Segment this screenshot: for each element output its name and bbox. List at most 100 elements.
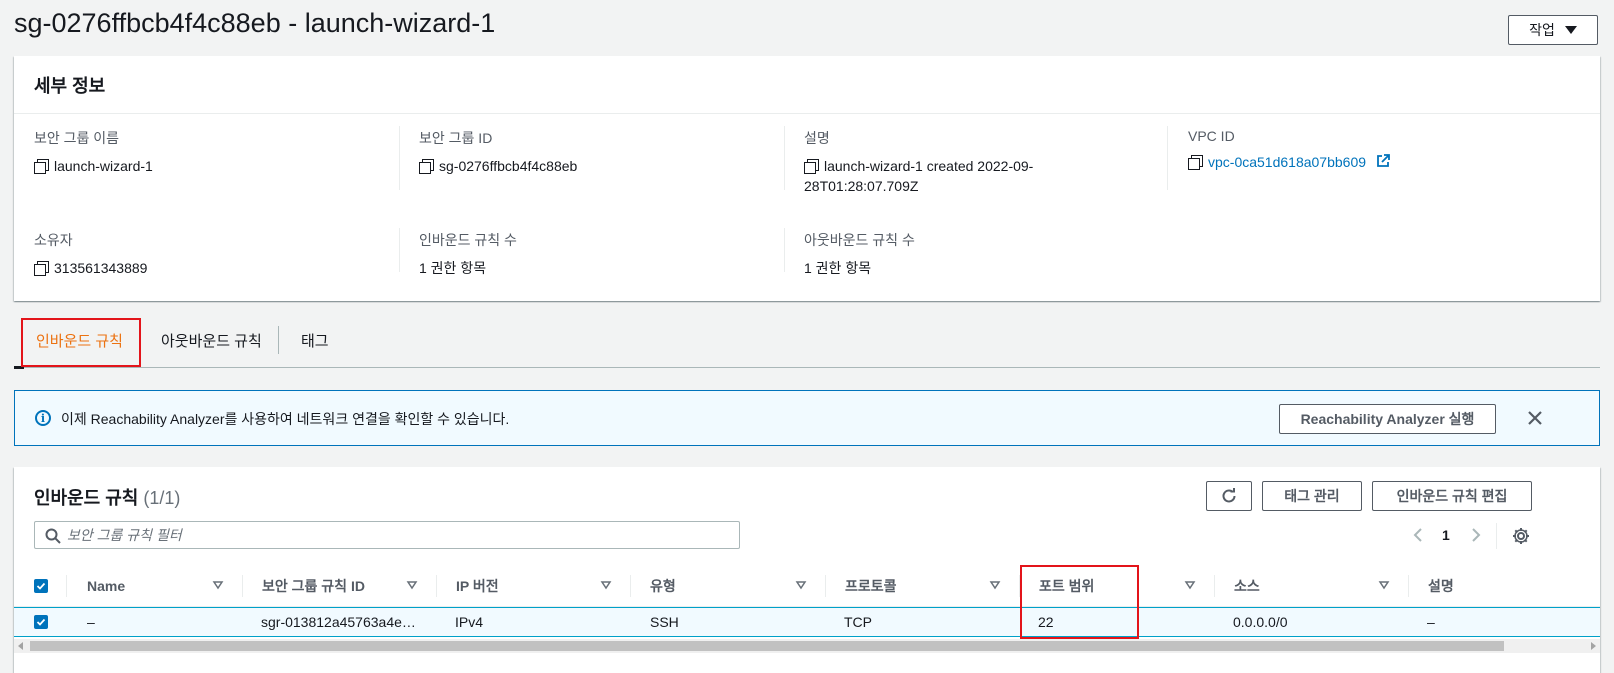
- chevron-right-icon[interactable]: [1470, 527, 1482, 543]
- owner-field: 소유자 313561343889: [34, 230, 394, 278]
- search-icon: [45, 528, 61, 544]
- external-link-icon[interactable]: [1376, 154, 1390, 168]
- divider: [1496, 523, 1497, 549]
- column-header-description[interactable]: 설명: [1428, 567, 1454, 605]
- select-all-checkbox[interactable]: [34, 579, 48, 593]
- inbound-count-value: 1 권한 항목: [419, 260, 487, 276]
- cell-description: –: [1427, 614, 1435, 630]
- tab-divider: [278, 326, 279, 354]
- column-separator: [436, 575, 437, 597]
- sg-name-value: launch-wizard-1: [54, 158, 153, 174]
- table-title-text: 인바운드 규칙: [34, 488, 139, 508]
- info-icon: i: [35, 410, 51, 426]
- sort-icon[interactable]: [1378, 579, 1390, 591]
- sg-name-label: 보안 그룹 이름: [34, 130, 120, 146]
- owner-value: 313561343889: [54, 260, 148, 276]
- description-field: 설명 launch-wizard-1 created 2022-09- 28T0…: [804, 128, 1164, 196]
- sg-id-value: sg-0276ffbcb4f4c88eb: [439, 158, 578, 174]
- sg-id-field: 보안 그룹 ID sg-0276ffbcb4f4c88eb: [419, 128, 779, 176]
- description-value-line2: 28T01:28:07.709Z: [804, 178, 919, 194]
- outbound-count-field: 아웃바운드 규칙 수 1 권한 항목: [804, 230, 1164, 278]
- cell-type: SSH: [650, 614, 679, 630]
- scroll-right-arrow[interactable]: [1591, 642, 1596, 650]
- divider: [784, 126, 785, 190]
- column-header-type[interactable]: 유형: [650, 567, 676, 605]
- column-separator: [1214, 575, 1215, 597]
- refresh-icon: [1222, 488, 1236, 503]
- vpc-id-field: VPC ID vpc-0ca51d618a07bb609: [1188, 128, 1568, 172]
- copy-icon[interactable]: [419, 159, 434, 174]
- horizontal-scrollbar[interactable]: [14, 639, 1600, 653]
- column-header-protocol[interactable]: 프로토콜: [845, 567, 897, 605]
- highlight-port-range: [1020, 565, 1139, 639]
- cell-ip-version: IPv4: [455, 614, 484, 630]
- scrollbar-thumb[interactable]: [30, 641, 1504, 651]
- vpc-id-label: VPC ID: [1188, 128, 1235, 144]
- column-header-name[interactable]: Name: [87, 567, 125, 605]
- alert-text: 이제 Reachability Analyzer를 사용하여 네트워크 연결을 …: [61, 411, 510, 427]
- page-title: sg-0276ffbcb4f4c88eb - launch-wizard-1: [14, 8, 496, 38]
- tab-bar: 인바운드 규칙 아웃바운드 규칙 태그: [14, 318, 1600, 369]
- refresh-button[interactable]: [1206, 481, 1252, 511]
- caret-down-icon: [1564, 26, 1577, 34]
- reachability-alert: i 이제 Reachability Analyzer를 사용하여 네트워크 연결…: [14, 390, 1600, 446]
- inbound-rules-table: 인바운드 규칙 (1/1) 태그 관리 인바운드 규칙 편집 1 Name 보안…: [14, 467, 1600, 673]
- sort-icon[interactable]: [212, 579, 224, 591]
- table-row[interactable]: [14, 607, 1600, 637]
- gear-icon[interactable]: [1512, 527, 1530, 545]
- copy-icon[interactable]: [34, 159, 49, 174]
- actions-button[interactable]: 작업: [1508, 15, 1598, 45]
- column-separator: [825, 575, 826, 597]
- divider: [1167, 126, 1168, 190]
- column-header-source[interactable]: 소스: [1234, 567, 1260, 605]
- column-separator: [242, 575, 243, 597]
- cell-source: 0.0.0.0/0: [1233, 614, 1288, 630]
- manage-tags-button[interactable]: 태그 관리: [1262, 481, 1362, 511]
- edit-inbound-rules-button[interactable]: 인바운드 규칙 편집: [1372, 481, 1532, 511]
- column-separator: [1408, 575, 1409, 597]
- close-icon[interactable]: [1525, 408, 1545, 428]
- table-title: 인바운드 규칙 (1/1): [34, 484, 180, 510]
- cell-rule-id: sgr-013812a45763a4e…: [261, 614, 416, 630]
- highlight-inbound-tab: [21, 318, 141, 367]
- page-number[interactable]: 1: [1442, 527, 1450, 543]
- copy-icon[interactable]: [1188, 155, 1203, 170]
- row-checkbox[interactable]: [34, 615, 48, 629]
- inbound-count-label: 인바운드 규칙 수: [419, 232, 517, 248]
- outbound-count-value: 1 권한 항목: [804, 260, 872, 276]
- sort-icon[interactable]: [989, 579, 1001, 591]
- sort-icon[interactable]: [406, 579, 418, 591]
- tab-outbound-rules[interactable]: 아웃바운드 규칙: [161, 330, 262, 351]
- cell-name: –: [87, 614, 95, 630]
- description-label: 설명: [804, 130, 830, 146]
- divider: [784, 228, 785, 272]
- description-value-line1: launch-wizard-1 created 2022-09-: [824, 158, 1034, 174]
- owner-label: 소유자: [34, 232, 73, 248]
- run-reachability-analyzer-button[interactable]: Reachability Analyzer 실행: [1279, 404, 1496, 434]
- search-input[interactable]: [67, 522, 727, 548]
- tab-tags[interactable]: 태그: [301, 330, 329, 351]
- details-panel: 세부 정보 보안 그룹 이름 launch-wizard-1 보안 그룹 ID …: [14, 56, 1600, 301]
- sg-id-label: 보안 그룹 ID: [419, 130, 493, 146]
- rule-count: (1/1): [143, 488, 181, 508]
- column-header-ip-version[interactable]: IP 버전: [456, 567, 499, 605]
- scroll-left-arrow[interactable]: [18, 642, 23, 650]
- divider: [399, 228, 400, 272]
- vpc-id-link[interactable]: vpc-0ca51d618a07bb609: [1208, 152, 1366, 172]
- column-header-rule-id[interactable]: 보안 그룹 규칙 ID: [262, 567, 365, 605]
- column-separator: [66, 575, 67, 597]
- column-separator: [630, 575, 631, 597]
- sort-icon[interactable]: [795, 579, 807, 591]
- copy-icon[interactable]: [804, 159, 819, 174]
- cell-protocol: TCP: [844, 614, 872, 630]
- actions-label: 작업: [1529, 22, 1555, 38]
- copy-icon[interactable]: [34, 261, 49, 276]
- inbound-count-field: 인바운드 규칙 수 1 권한 항목: [419, 230, 779, 278]
- sort-icon[interactable]: [1184, 579, 1196, 591]
- sg-name-field: 보안 그룹 이름 launch-wizard-1: [34, 128, 394, 176]
- search-box: [34, 521, 740, 549]
- sort-icon[interactable]: [600, 579, 612, 591]
- details-header: 세부 정보: [14, 56, 1600, 114]
- chevron-left-icon[interactable]: [1412, 527, 1424, 543]
- divider: [399, 126, 400, 190]
